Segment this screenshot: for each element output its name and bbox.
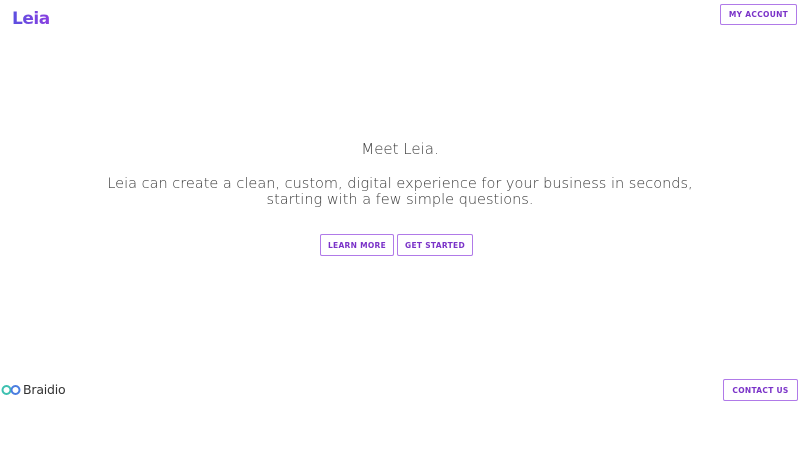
leia-logo[interactable]: Leia [12,9,50,29]
braidio-infinity-icon [1,384,21,395]
my-account-button[interactable]: MY ACCOUNT [720,4,797,25]
braidio-brand-text: Braidio [23,382,66,397]
hero-title: Meet Leia. [361,140,439,158]
braidio-logo[interactable]: Braidio [1,382,66,397]
contact-us-button[interactable]: CONTACT US [723,379,798,401]
page: Leia MY ACCOUNT Meet Leia. Leia can crea… [0,0,800,450]
learn-more-button[interactable]: LEARN MORE [320,234,394,256]
hero-subtitle: Leia can create a clean, custom, digital… [107,176,693,208]
get-started-button[interactable]: GET STARTED [397,234,473,256]
